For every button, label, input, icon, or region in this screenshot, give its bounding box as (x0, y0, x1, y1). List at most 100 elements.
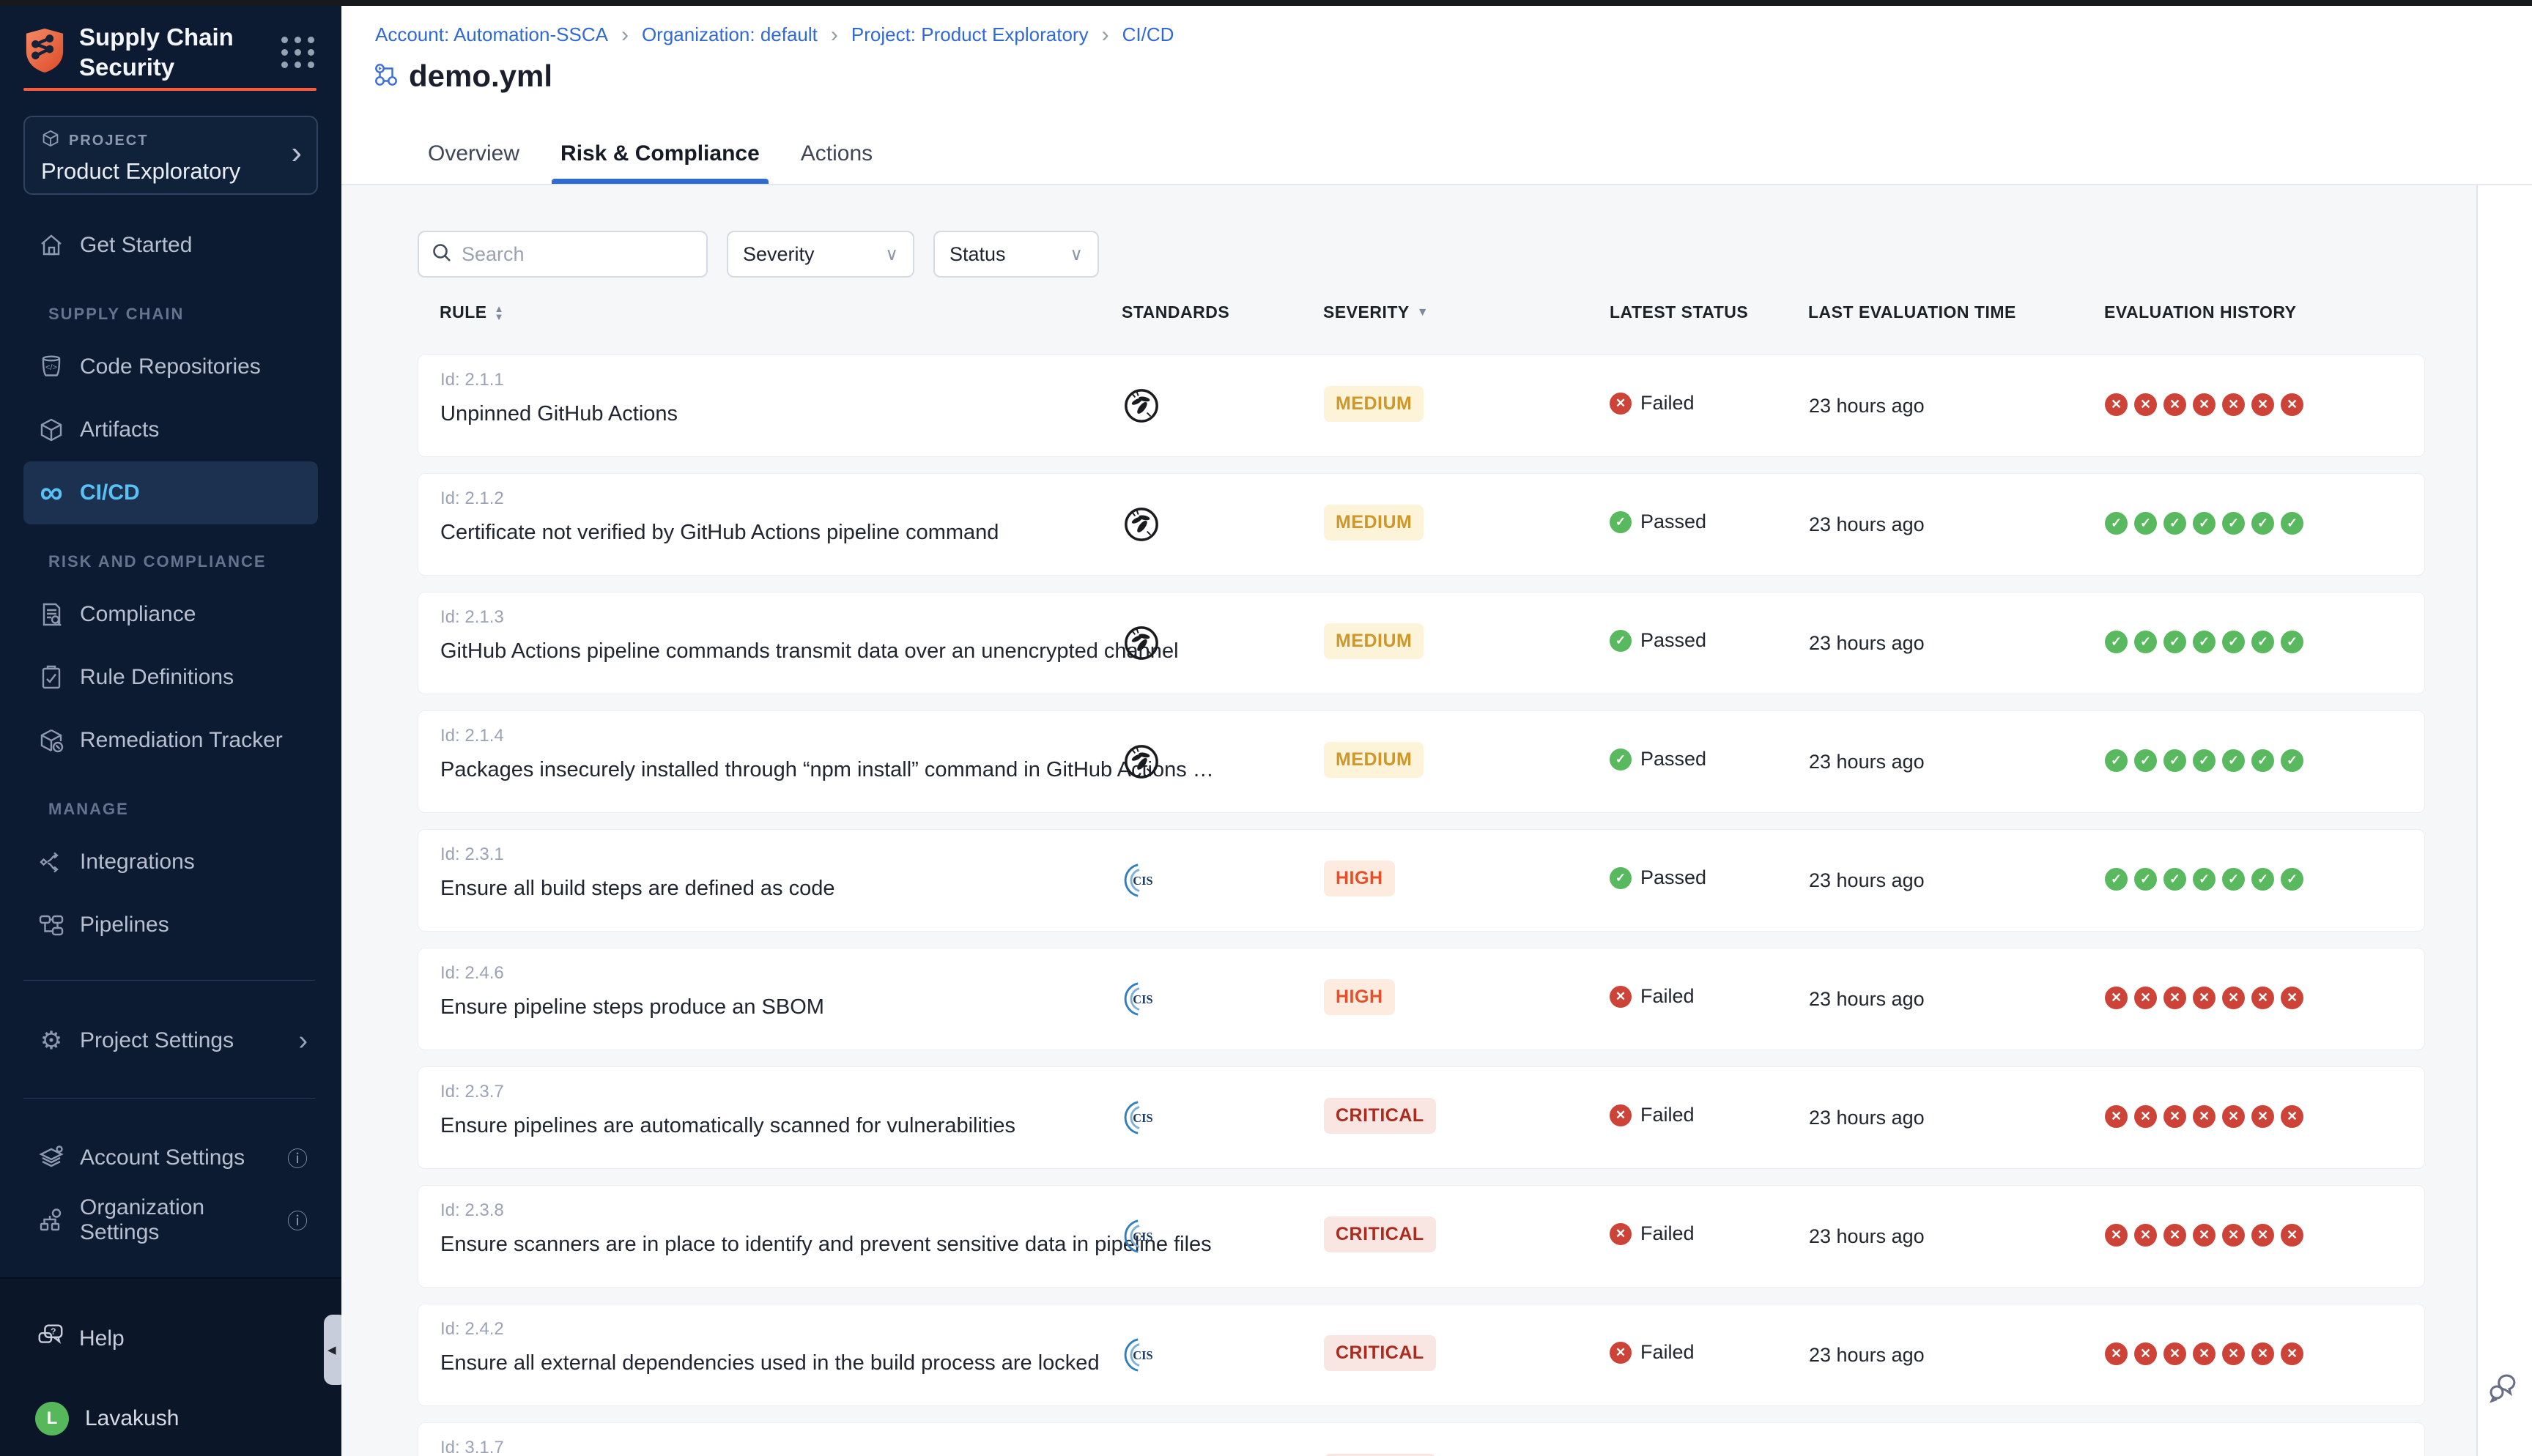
sidebar-item-pipelines[interactable]: Pipelines (23, 894, 318, 957)
history-failed-icon[interactable]: ✕ (2134, 1342, 2157, 1365)
rule-sort-icon[interactable]: ▲▼ (495, 305, 504, 321)
rule-row[interactable]: Id: 2.1.1Unpinned GitHub ActionsMEDIUM✕F… (418, 354, 2425, 457)
history-failed-icon[interactable]: ✕ (2251, 1342, 2274, 1365)
history-passed-icon[interactable]: ✓ (2193, 749, 2216, 772)
sidebar-item-account-settings[interactable]: Account Settingsⓘ (23, 1126, 318, 1189)
sidebar-item-get-started[interactable]: Get Started (23, 214, 318, 277)
history-failed-icon[interactable]: ✕ (2193, 987, 2216, 1009)
breadcrumb-link-0[interactable]: Account: Automation-SSCA (375, 23, 608, 46)
history-passed-icon[interactable]: ✓ (2163, 512, 2186, 535)
history-passed-icon[interactable]: ✓ (2222, 512, 2245, 535)
breadcrumb-link-3[interactable]: CI/CD (1122, 23, 1174, 46)
history-failed-icon[interactable]: ✕ (2281, 1224, 2303, 1247)
history-failed-icon[interactable]: ✕ (2105, 1105, 2128, 1128)
info-icon[interactable]: ⓘ (287, 1143, 308, 1173)
history-passed-icon[interactable]: ✓ (2251, 512, 2274, 535)
history-failed-icon[interactable]: ✕ (2222, 1342, 2245, 1365)
history-failed-icon[interactable]: ✕ (2251, 987, 2274, 1009)
history-failed-icon[interactable]: ✕ (2222, 1105, 2245, 1128)
history-passed-icon[interactable]: ✓ (2134, 512, 2157, 535)
info-icon[interactable]: ⓘ (287, 1206, 308, 1235)
sidebar-item-project-settings[interactable]: ⚙Project Settings› (23, 1009, 318, 1072)
sidebar-item-integrations[interactable]: Integrations (23, 831, 318, 894)
history-failed-icon[interactable]: ✕ (2281, 1342, 2303, 1365)
history-passed-icon[interactable]: ✓ (2281, 868, 2303, 891)
breadcrumb-link-1[interactable]: Organization: default (642, 23, 818, 46)
history-passed-icon[interactable]: ✓ (2251, 749, 2274, 772)
history-passed-icon[interactable]: ✓ (2163, 868, 2186, 891)
rule-row[interactable]: Id: 2.1.3GitHub Actions pipeline command… (418, 592, 2425, 694)
history-passed-icon[interactable]: ✓ (2105, 512, 2128, 535)
support-chat-icon[interactable] (2487, 1372, 2520, 1409)
history-failed-icon[interactable]: ✕ (2134, 987, 2157, 1009)
history-failed-icon[interactable]: ✕ (2222, 987, 2245, 1009)
rule-row[interactable]: Id: 2.1.2Certificate not verified by Git… (418, 473, 2425, 576)
history-failed-icon[interactable]: ✕ (2251, 393, 2274, 416)
history-failed-icon[interactable]: ✕ (2163, 1105, 2186, 1128)
tab-actions[interactable]: Actions (798, 130, 876, 184)
severity-sort-icon[interactable]: ▼ (1417, 306, 1429, 319)
sidebar-item-organization-settings[interactable]: Organization Settingsⓘ (23, 1189, 318, 1252)
help-button[interactable]: ? Help (37, 1322, 125, 1356)
sidebar-item-remediation-tracker[interactable]: Remediation Tracker (23, 709, 318, 772)
history-passed-icon[interactable]: ✓ (2222, 868, 2245, 891)
history-failed-icon[interactable]: ✕ (2193, 1224, 2216, 1247)
history-passed-icon[interactable]: ✓ (2134, 749, 2157, 772)
history-passed-icon[interactable]: ✓ (2222, 631, 2245, 653)
history-failed-icon[interactable]: ✕ (2163, 987, 2186, 1009)
history-passed-icon[interactable]: ✓ (2222, 749, 2245, 772)
rule-row[interactable]: Id: 2.3.8Ensure scanners are in place to… (418, 1185, 2425, 1288)
history-passed-icon[interactable]: ✓ (2105, 749, 2128, 772)
sidebar-item-code-repositories[interactable]: </>Code Repositories (23, 335, 318, 398)
history-passed-icon[interactable]: ✓ (2193, 512, 2216, 535)
history-passed-icon[interactable]: ✓ (2251, 631, 2274, 653)
rule-row[interactable]: Id: 2.4.2Ensure all external dependencie… (418, 1304, 2425, 1406)
history-failed-icon[interactable]: ✕ (2251, 1105, 2274, 1128)
project-selector[interactable]: PROJECT Product Exploratory › (23, 116, 318, 195)
history-failed-icon[interactable]: ✕ (2105, 1342, 2128, 1365)
history-failed-icon[interactable]: ✕ (2105, 1224, 2128, 1247)
module-switcher-grid-icon[interactable] (281, 37, 315, 68)
history-passed-icon[interactable]: ✓ (2193, 631, 2216, 653)
status-filter-dropdown[interactable]: Status ∨ (933, 231, 1099, 278)
history-passed-icon[interactable]: ✓ (2281, 512, 2303, 535)
history-failed-icon[interactable]: ✕ (2222, 393, 2245, 416)
history-failed-icon[interactable]: ✕ (2134, 1224, 2157, 1247)
rule-row[interactable]: Id: 2.3.7Ensure pipelines are automatica… (418, 1066, 2425, 1169)
history-failed-icon[interactable]: ✕ (2281, 393, 2303, 416)
sidebar-collapse-handle[interactable]: ◀ (324, 1315, 341, 1385)
history-failed-icon[interactable]: ✕ (2193, 1342, 2216, 1365)
history-failed-icon[interactable]: ✕ (2163, 393, 2186, 416)
history-failed-icon[interactable]: ✕ (2105, 393, 2128, 416)
history-passed-icon[interactable]: ✓ (2193, 868, 2216, 891)
history-failed-icon[interactable]: ✕ (2281, 1105, 2303, 1128)
history-passed-icon[interactable]: ✓ (2281, 631, 2303, 653)
history-passed-icon[interactable]: ✓ (2134, 631, 2157, 653)
history-passed-icon[interactable]: ✓ (2163, 749, 2186, 772)
history-passed-icon[interactable]: ✓ (2163, 631, 2186, 653)
sidebar-item-rule-definitions[interactable]: Rule Definitions (23, 646, 318, 709)
history-passed-icon[interactable]: ✓ (2105, 631, 2128, 653)
history-failed-icon[interactable]: ✕ (2163, 1342, 2186, 1365)
history-failed-icon[interactable]: ✕ (2134, 1105, 2157, 1128)
sidebar-item-ci-cd[interactable]: ∞CI/CD (23, 461, 318, 524)
breadcrumb-link-2[interactable]: Project: Product Exploratory (851, 23, 1089, 46)
history-passed-icon[interactable]: ✓ (2251, 868, 2274, 891)
tab-overview[interactable]: Overview (425, 130, 522, 184)
sidebar-item-artifacts[interactable]: Artifacts (23, 398, 318, 461)
history-failed-icon[interactable]: ✕ (2105, 987, 2128, 1009)
history-passed-icon[interactable]: ✓ (2105, 868, 2128, 891)
history-passed-icon[interactable]: ✓ (2281, 749, 2303, 772)
rule-row[interactable]: Id: 3.1.7CISCRITICAL✕Failed23 hours ago✕… (418, 1422, 2425, 1456)
history-failed-icon[interactable]: ✕ (2251, 1224, 2274, 1247)
history-failed-icon[interactable]: ✕ (2193, 393, 2216, 416)
history-failed-icon[interactable]: ✕ (2222, 1224, 2245, 1247)
rule-row[interactable]: Id: 2.3.1Ensure all build steps are defi… (418, 829, 2425, 932)
history-failed-icon[interactable]: ✕ (2134, 393, 2157, 416)
severity-filter-dropdown[interactable]: Severity ∨ (727, 231, 914, 278)
history-passed-icon[interactable]: ✓ (2134, 868, 2157, 891)
history-failed-icon[interactable]: ✕ (2163, 1224, 2186, 1247)
user-menu[interactable]: L Lavakush (35, 1402, 179, 1435)
history-failed-icon[interactable]: ✕ (2193, 1105, 2216, 1128)
sidebar-item-compliance[interactable]: Compliance (23, 583, 318, 646)
